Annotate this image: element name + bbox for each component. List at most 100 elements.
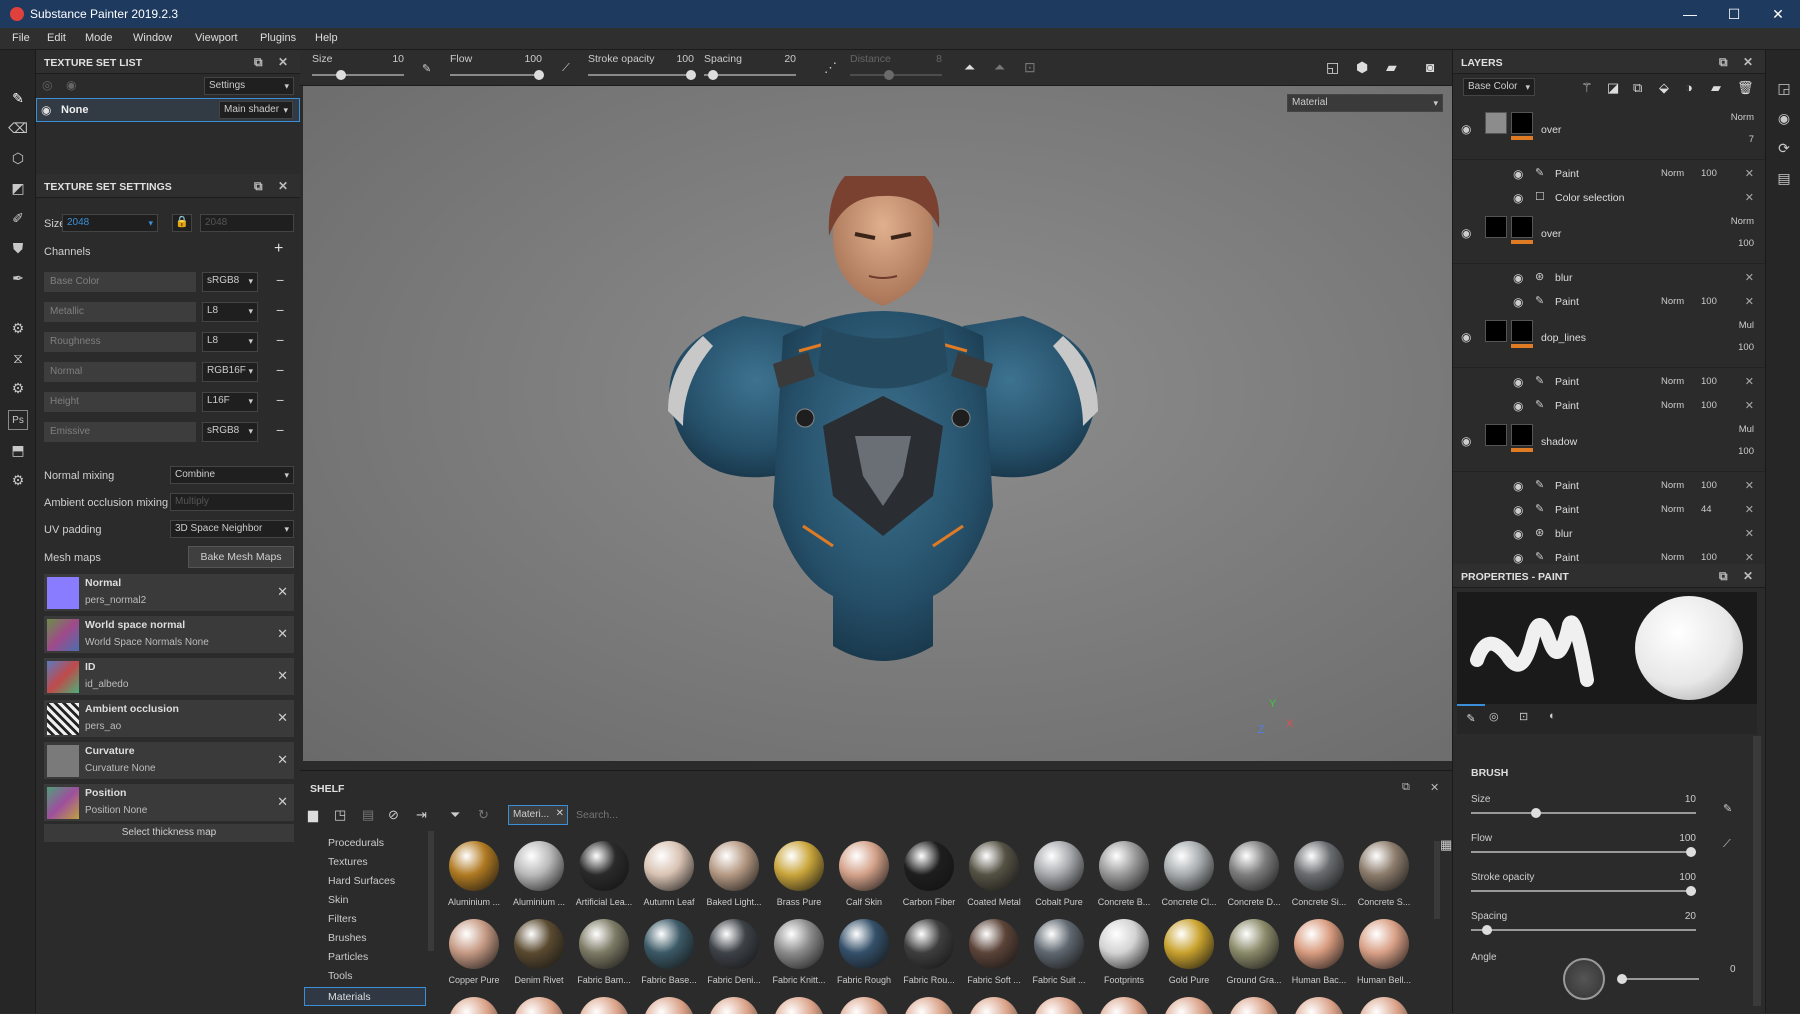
eye-icon[interactable]: ◉ [1513,527,1523,541]
eye-icon[interactable]: ◉ [1461,122,1471,136]
category-tools[interactable]: Tools [328,970,353,982]
symmetry-icon[interactable]: ⏶ [964,59,975,76]
eye-icon[interactable]: ◉ [1513,375,1523,389]
polygon-fill-icon[interactable]: ◩ [8,178,28,198]
eye-icon[interactable]: ◉ [1513,271,1523,285]
bake-mesh-maps-button[interactable]: Bake Mesh Maps [188,546,294,568]
save-icon[interactable]: ▤ [362,807,374,823]
layer-opacity[interactable]: 7 [1749,134,1754,145]
undock-icon[interactable]: ⧉ [1719,55,1728,70]
material-thumbnail[interactable]: Aluminium ... [511,841,567,915]
smudge-icon[interactable]: ✐ [8,208,28,228]
remove-map-icon[interactable]: ✕ [277,626,288,642]
material-thumbnail[interactable]: Concrete Cl... [1161,841,1217,915]
pen-pressure-icon[interactable]: ⟋ [562,62,570,75]
remove-map-icon[interactable]: ✕ [277,752,288,768]
3d-viewport[interactable]: Material ▾ Y X Z [303,86,1452,761]
material-ball-partial[interactable] [1099,997,1149,1014]
category-procedurals[interactable]: Procedurals [328,837,384,849]
export-icon[interactable]: ⬒ [8,440,28,460]
eye-icon[interactable]: ◉ [1513,191,1523,205]
close-window-button[interactable]: ✕ [1758,2,1798,26]
layer-blend-mode[interactable]: Mul [1739,320,1754,331]
eye-icon[interactable]: ◉ [1513,295,1523,309]
remove-map-icon[interactable]: ✕ [277,710,288,726]
menu-file[interactable]: File [12,32,30,44]
material-thumbnail[interactable]: Concrete D... [1226,841,1282,915]
transform-icon[interactable]: ⊡ [1024,59,1036,76]
material-ball-partial[interactable] [839,997,889,1014]
remove-sublayer-icon[interactable]: ✕ [1745,191,1754,204]
material-thumbnail[interactable]: Fabric Rou... [901,919,957,993]
normal-mixing-dropdown[interactable]: Combine ▾ [170,466,294,484]
material-thumbnail[interactable]: Footprints [1096,919,1152,993]
solo-icon[interactable]: ◉ [66,78,76,92]
log-icon[interactable]: ▤ [1774,168,1794,188]
slider-knob[interactable] [1686,847,1696,857]
material-thumbnail[interactable]: Fabric Knitt... [771,919,827,993]
add-folder-icon[interactable]: ▰ [1711,80,1721,96]
sublayer-row[interactable]: ◉ ✎ Paint Norm 44 ✕ [1453,498,1766,523]
material-thumbnail[interactable]: Fabric Rough [836,919,892,993]
stencil-tab-icon[interactable]: ⊡ [1519,710,1528,723]
add-effect-icon[interactable]: ⚚ [1581,80,1593,96]
category-materials-selected[interactable]: Materials [304,987,426,1006]
texture-set-item[interactable]: ◉ None Main shader ▾ [36,98,300,122]
layer-row[interactable]: ◉ shadow Mul 100 [1453,420,1766,472]
category-hard-surfaces[interactable]: Hard Surfaces [328,875,395,887]
material-ball-partial[interactable] [1164,997,1214,1014]
material-thumbnail[interactable]: Fabric Suit ... [1031,919,1087,993]
remove-channel-icon[interactable]: − [276,272,284,288]
menu-mode[interactable]: Mode [85,32,113,44]
projection-icon[interactable]: ⬡ [8,148,28,168]
material-thumbnail[interactable]: Human Bac... [1291,919,1347,993]
remove-sublayer-icon[interactable]: ✕ [1745,167,1754,180]
mesh-map-item[interactable]: Ambient occlusion pers_ao ✕ [44,700,294,738]
remove-sublayer-icon[interactable]: ✕ [1745,399,1754,412]
material-thumbnail[interactable]: Cobalt Pure [1031,841,1087,915]
import-icon[interactable]: ⇥ [416,807,427,823]
sublayer-opacity[interactable]: 100 [1701,480,1717,491]
material-thumbnail[interactable]: Brass Pure [771,841,827,915]
sublayer-row[interactable]: ◉ ✎ Paint Norm 100 ✕ [1453,394,1766,419]
category-skin[interactable]: Skin [328,894,348,906]
add-smart-material-icon[interactable]: ◑ [1685,80,1693,95]
pen-pressure-icon[interactable]: ✎ [422,62,431,75]
remove-map-icon[interactable]: ✕ [277,584,288,600]
minimize-button[interactable]: — [1670,2,1710,26]
visibility-all-icon[interactable]: ◎ [42,78,52,92]
material-ball-partial[interactable] [579,997,629,1014]
layer-row[interactable]: ◉ dop_lines Mul 100 [1453,316,1766,368]
close-icon[interactable]: ✕ [1430,781,1439,794]
sublayer-row[interactable]: ◉ ✎ Paint Norm 100 ✕ [1453,290,1766,315]
brush-tab-icon[interactable]: ✎ [1457,704,1485,734]
eye-icon[interactable]: ◉ [1513,167,1523,181]
grid-view-icon[interactable]: ▦ [1440,837,1452,853]
toolbar-stroke-opacity-slider[interactable]: Stroke opacity 100 [588,50,696,86]
eye-icon[interactable]: ◉ [1461,434,1471,448]
brush-slider-spacing[interactable]: Spacing 20 [1471,911,1696,943]
sublayer-row[interactable]: ◉ ⊛ blur ✕ [1453,266,1766,291]
mesh-map-item[interactable]: Curvature Curvature None ✕ [44,742,294,780]
sublayer-blend-mode[interactable]: Norm [1661,400,1684,411]
mesh-map-item[interactable]: ID id_albedo ✕ [44,658,294,696]
eye-icon[interactable]: ◉ [41,103,51,117]
brush-slider-flow[interactable]: Flow 100 [1471,833,1696,865]
channel-format-dropdown[interactable]: L16F ▾ [202,392,258,412]
material-thumbnail[interactable]: Human Bell... [1356,919,1412,993]
eraser-icon[interactable]: ⌫ [8,118,28,138]
lazy-mouse-icon[interactable]: ⋰ [824,60,837,76]
category-brushes[interactable]: Brushes [328,932,367,944]
sublayer-blend-mode[interactable]: Norm [1661,376,1684,387]
clone-stamp-icon[interactable]: ⛊ [8,238,28,258]
properties-scrollbar[interactable] [1753,736,1761,1006]
layer-channel-dropdown[interactable]: Base Color ▾ [1463,78,1535,96]
sublayer-blend-mode[interactable]: Norm [1661,480,1684,491]
sublayer-opacity[interactable]: 100 [1701,168,1717,179]
screenshot-icon[interactable]: ◙ [1426,59,1434,75]
folder-icon[interactable]: ▆ [308,807,318,823]
select-thickness-map-button[interactable]: Select thickness map [44,824,294,842]
layer-2d-view-icon[interactable]: ◱ [1326,59,1339,76]
filter-tag[interactable]: Materi... ✕ [508,805,568,825]
material-thumbnail[interactable]: Gold Pure [1161,919,1217,993]
